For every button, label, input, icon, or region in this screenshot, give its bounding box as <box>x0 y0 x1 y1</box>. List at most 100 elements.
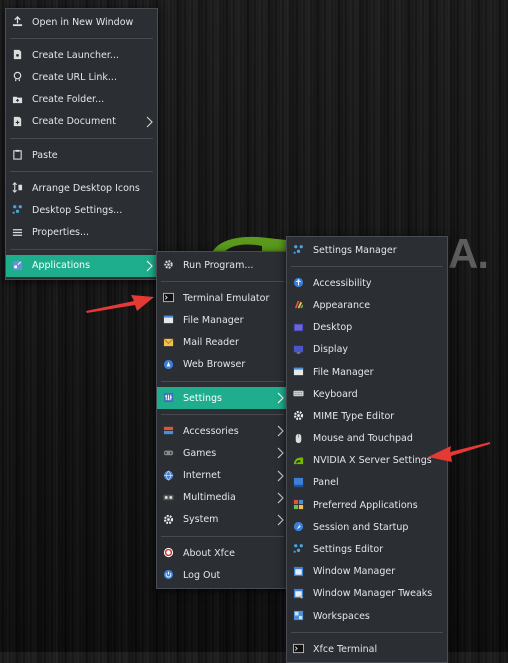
menu-label: Web Browser <box>183 359 246 371</box>
workspaces-icon <box>293 610 304 621</box>
menu-label: About Xfce <box>183 547 236 559</box>
menu-create-url-link[interactable]: Create URL Link... <box>6 66 157 88</box>
document-icon <box>12 49 23 60</box>
applications-submenu: Run Program... Terminal Emulator File Ma… <box>156 251 289 590</box>
menu-appearance[interactable]: Appearance <box>287 294 447 316</box>
about-icon <box>163 547 174 558</box>
preferred-apps-icon <box>293 499 304 510</box>
chevron-right-icon <box>277 470 284 482</box>
settings-icon <box>163 392 174 403</box>
menu-label: Applications <box>32 260 91 272</box>
menu-web-browser[interactable]: Web Browser <box>157 354 288 376</box>
menu-label: Create URL Link... <box>32 71 117 83</box>
menu-mime-editor[interactable]: MIME Type Editor <box>287 405 447 427</box>
separator <box>161 380 284 382</box>
menu-settings-manager[interactable]: Settings Manager <box>287 239 447 261</box>
menu-label: Desktop <box>313 322 353 334</box>
menu-label: Workspaces <box>313 610 370 622</box>
menu-window-manager[interactable]: Window Manager <box>287 561 447 583</box>
desktop-icon <box>293 322 304 333</box>
terminal-icon <box>163 292 174 303</box>
keyboard-icon <box>293 388 304 399</box>
menu-system[interactable]: System <box>157 509 288 531</box>
menu-log-out[interactable]: Log Out <box>157 564 288 586</box>
menu-create-launcher[interactable]: Create Launcher... <box>6 44 157 66</box>
open-window-icon <box>12 16 23 27</box>
menu-label: Settings Editor <box>313 544 384 556</box>
gamepad-icon <box>163 447 174 458</box>
menu-label: Create Launcher... <box>32 49 119 61</box>
menu-label: Properties... <box>32 227 90 239</box>
menu-label: Arrange Desktop Icons <box>32 182 140 194</box>
menu-run-program[interactable]: Run Program... <box>157 254 288 276</box>
settings-submenu: Settings Manager Accessibility Appearanc… <box>286 236 448 663</box>
menu-accessories[interactable]: Accessories <box>157 420 288 442</box>
menu-create-folder[interactable]: Create Folder... <box>6 89 157 111</box>
menu-label: Xfce Terminal <box>313 643 378 655</box>
applications-icon <box>12 260 23 271</box>
menu-xfce-terminal[interactable]: Xfce Terminal <box>287 638 447 660</box>
menu-open-new-window[interactable]: Open in New Window <box>6 11 157 33</box>
menu-workspaces[interactable]: Workspaces <box>287 605 447 627</box>
menu-session-startup[interactable]: Session and Startup <box>287 516 447 538</box>
menu-label: Mail Reader <box>183 337 239 349</box>
nvidia-logo-text: A. <box>448 230 489 277</box>
menu-display[interactable]: Display <box>287 339 447 361</box>
menu-games[interactable]: Games <box>157 442 288 464</box>
globe-icon <box>163 470 174 481</box>
menu-label: Panel <box>313 477 339 489</box>
menu-settings[interactable]: Settings <box>157 386 288 410</box>
multimedia-icon <box>163 492 174 503</box>
separator <box>291 632 443 634</box>
menu-arrange-icons[interactable]: Arrange Desktop Icons <box>6 177 157 199</box>
menu-mail-reader[interactable]: Mail Reader <box>157 332 288 354</box>
menu-label: Session and Startup <box>313 521 409 533</box>
mouse-icon <box>293 433 304 444</box>
menu-settings-file-manager[interactable]: File Manager <box>287 361 447 383</box>
appearance-icon <box>293 299 304 310</box>
menu-mouse-touchpad[interactable]: Mouse and Touchpad <box>287 428 447 450</box>
chevron-right-icon <box>146 260 153 272</box>
arrange-icon <box>12 182 23 193</box>
chevron-right-icon <box>277 392 284 404</box>
menu-applications[interactable]: Applications <box>6 254 157 277</box>
wm-tweaks-icon <box>293 588 304 599</box>
menu-desktop[interactable]: Desktop <box>287 317 447 339</box>
menu-label: Appearance <box>313 299 371 311</box>
menu-label: MIME Type Editor <box>313 410 395 422</box>
menu-label: Accessories <box>183 425 239 437</box>
gear-icon <box>293 410 304 421</box>
separator <box>161 536 284 538</box>
menu-label: Terminal Emulator <box>183 292 270 304</box>
menu-panel[interactable]: Panel <box>287 472 447 494</box>
menu-label: Log Out <box>183 569 221 581</box>
menu-label: Settings Manager <box>313 244 397 256</box>
menu-label: Create Document <box>32 116 116 128</box>
menu-about-xfce[interactable]: About Xfce <box>157 542 288 564</box>
menu-keyboard[interactable]: Keyboard <box>287 383 447 405</box>
menu-label: Accessibility <box>313 277 372 289</box>
menu-terminal-emulator[interactable]: Terminal Emulator <box>157 287 288 309</box>
window-manager-icon <box>293 566 304 577</box>
menu-label: Internet <box>183 470 221 482</box>
menu-preferred-apps[interactable]: Preferred Applications <box>287 494 447 516</box>
menu-properties[interactable]: Properties... <box>6 222 157 244</box>
panel-icon <box>293 477 304 488</box>
menu-label: NVIDIA X Server Settings <box>313 455 432 467</box>
session-startup-icon <box>293 521 304 532</box>
menu-internet[interactable]: Internet <box>157 465 288 487</box>
menu-desktop-settings[interactable]: Desktop Settings... <box>6 199 157 221</box>
menu-nvidia-settings[interactable]: NVIDIA X Server Settings <box>287 450 447 472</box>
menu-settings-editor[interactable]: Settings Editor <box>287 538 447 560</box>
log-out-icon <box>163 569 174 580</box>
menu-file-manager[interactable]: File Manager <box>157 309 288 331</box>
menu-label: Window Manager Tweaks <box>313 588 433 600</box>
menu-label: Display <box>313 344 349 356</box>
accessibility-icon <box>293 277 304 288</box>
menu-accessibility[interactable]: Accessibility <box>287 272 447 294</box>
menu-paste[interactable]: Paste <box>6 144 157 166</box>
menu-wm-tweaks[interactable]: Window Manager Tweaks <box>287 583 447 605</box>
menu-label: File Manager <box>313 366 374 378</box>
menu-create-document[interactable]: Create Document <box>6 111 157 133</box>
menu-multimedia[interactable]: Multimedia <box>157 487 288 509</box>
